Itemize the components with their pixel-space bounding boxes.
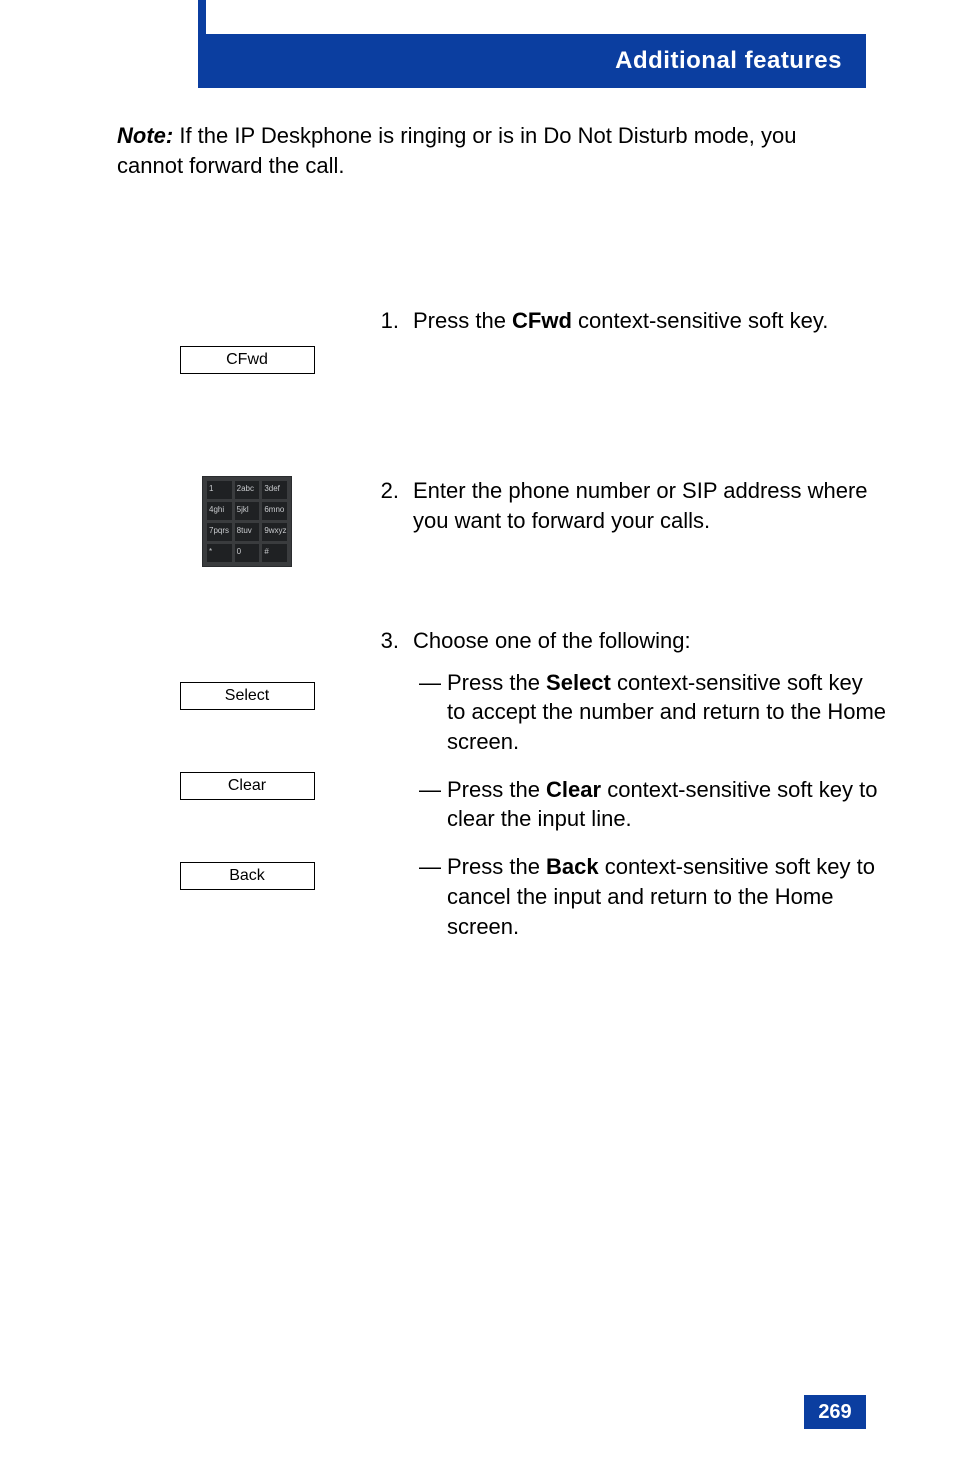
dialpad-key[interactable]: 8tuv [235, 523, 260, 541]
select-softkey-button[interactable]: Select [180, 682, 315, 710]
dialpad-key[interactable]: # [262, 544, 287, 562]
step-3-options: — Press the Select context-sensitive sof… [413, 668, 887, 942]
opt2-key: Clear [546, 777, 601, 802]
cfwd-softkey-button[interactable]: CFwd [180, 346, 315, 374]
step-3: Select Clear Back 3. Choose one of the f… [117, 626, 887, 959]
header-left-accent [198, 0, 206, 88]
dialpad-key[interactable]: 9wxyz [262, 523, 287, 541]
step-2: 1 2abc 3def 4ghi 5jkl 6mno 7pqrs 8tuv 9w… [117, 476, 887, 567]
dialpad-key[interactable]: 0 [235, 544, 260, 562]
intro-text: If the IP Deskphone is ringing or is in … [117, 123, 796, 178]
step-3-number: 3. [377, 626, 413, 959]
select-softkey-label: Select [225, 687, 269, 704]
page-number: 269 [804, 1395, 866, 1429]
intro-note: Note: If the IP Deskphone is ringing or … [117, 121, 867, 180]
step-3-text: Choose one of the following: — Press the… [413, 626, 887, 959]
option-back: — Press the Back context-sensitive soft … [413, 852, 887, 941]
option-select-text: Press the Select context-sensitive soft … [447, 668, 887, 757]
step-3-lead: Choose one of the following: [413, 626, 887, 656]
option-clear: — Press the Clear context-sensitive soft… [413, 775, 887, 834]
dash-icon: — [413, 852, 447, 941]
option-select: — Press the Select context-sensitive sof… [413, 668, 887, 757]
step-2-body: 2. Enter the phone number or SIP address… [377, 476, 887, 567]
opt1-key: Select [546, 670, 611, 695]
dialpad-key[interactable]: 6mno [262, 502, 287, 520]
dash-icon: — [413, 775, 447, 834]
step-2-number: 2. [377, 476, 413, 567]
option-back-text: Press the Back context-sensitive soft ke… [447, 852, 887, 941]
dialpad-key[interactable]: 5jkl [235, 502, 260, 520]
page: Additional features Note: If the IP Desk… [0, 0, 954, 1475]
back-softkey-button[interactable]: Back [180, 862, 315, 890]
step-3-graphic: Select Clear Back [117, 626, 377, 959]
dialpad-key[interactable]: 1 [207, 481, 232, 499]
option-clear-text: Press the Clear context-sensitive soft k… [447, 775, 887, 834]
dialpad-key[interactable]: 3def [262, 481, 287, 499]
step-1-text: Press the CFwd context-sensitive soft ke… [413, 306, 887, 374]
opt3-key: Back [546, 854, 599, 879]
opt2-pre: Press the [447, 777, 546, 802]
dialpad-key[interactable]: 7pqrs [207, 523, 232, 541]
step-1: CFwd 1. Press the CFwd context-sensitive… [117, 306, 887, 374]
dialpad-key[interactable]: 4ghi [207, 502, 232, 520]
step-1-number: 1. [377, 306, 413, 374]
cfwd-softkey-label: CFwd [226, 351, 268, 368]
step-1-pre: Press the [413, 308, 512, 333]
step-1-graphic: CFwd [117, 306, 377, 374]
note-label: Note: [117, 123, 173, 148]
step-3-body: 3. Choose one of the following: — Press … [377, 626, 887, 959]
back-softkey-label: Back [229, 867, 265, 884]
dialpad-key[interactable]: * [207, 544, 232, 562]
page-header: Additional features [206, 34, 866, 88]
dash-icon: — [413, 668, 447, 757]
step-2-text: Enter the phone number or SIP address wh… [413, 476, 887, 567]
step-1-body: 1. Press the CFwd context-sensitive soft… [377, 306, 887, 374]
step-1-post: context-sensitive soft key. [572, 308, 828, 333]
opt1-pre: Press the [447, 670, 546, 695]
clear-softkey-button[interactable]: Clear [180, 772, 315, 800]
header-title: Additional features [615, 47, 842, 75]
clear-softkey-label: Clear [228, 777, 266, 794]
step-2-graphic: 1 2abc 3def 4ghi 5jkl 6mno 7pqrs 8tuv 9w… [117, 476, 377, 567]
opt3-pre: Press the [447, 854, 546, 879]
step-1-key: CFwd [512, 308, 572, 333]
dialpad-icon: 1 2abc 3def 4ghi 5jkl 6mno 7pqrs 8tuv 9w… [202, 476, 292, 567]
dialpad-key[interactable]: 2abc [235, 481, 260, 499]
